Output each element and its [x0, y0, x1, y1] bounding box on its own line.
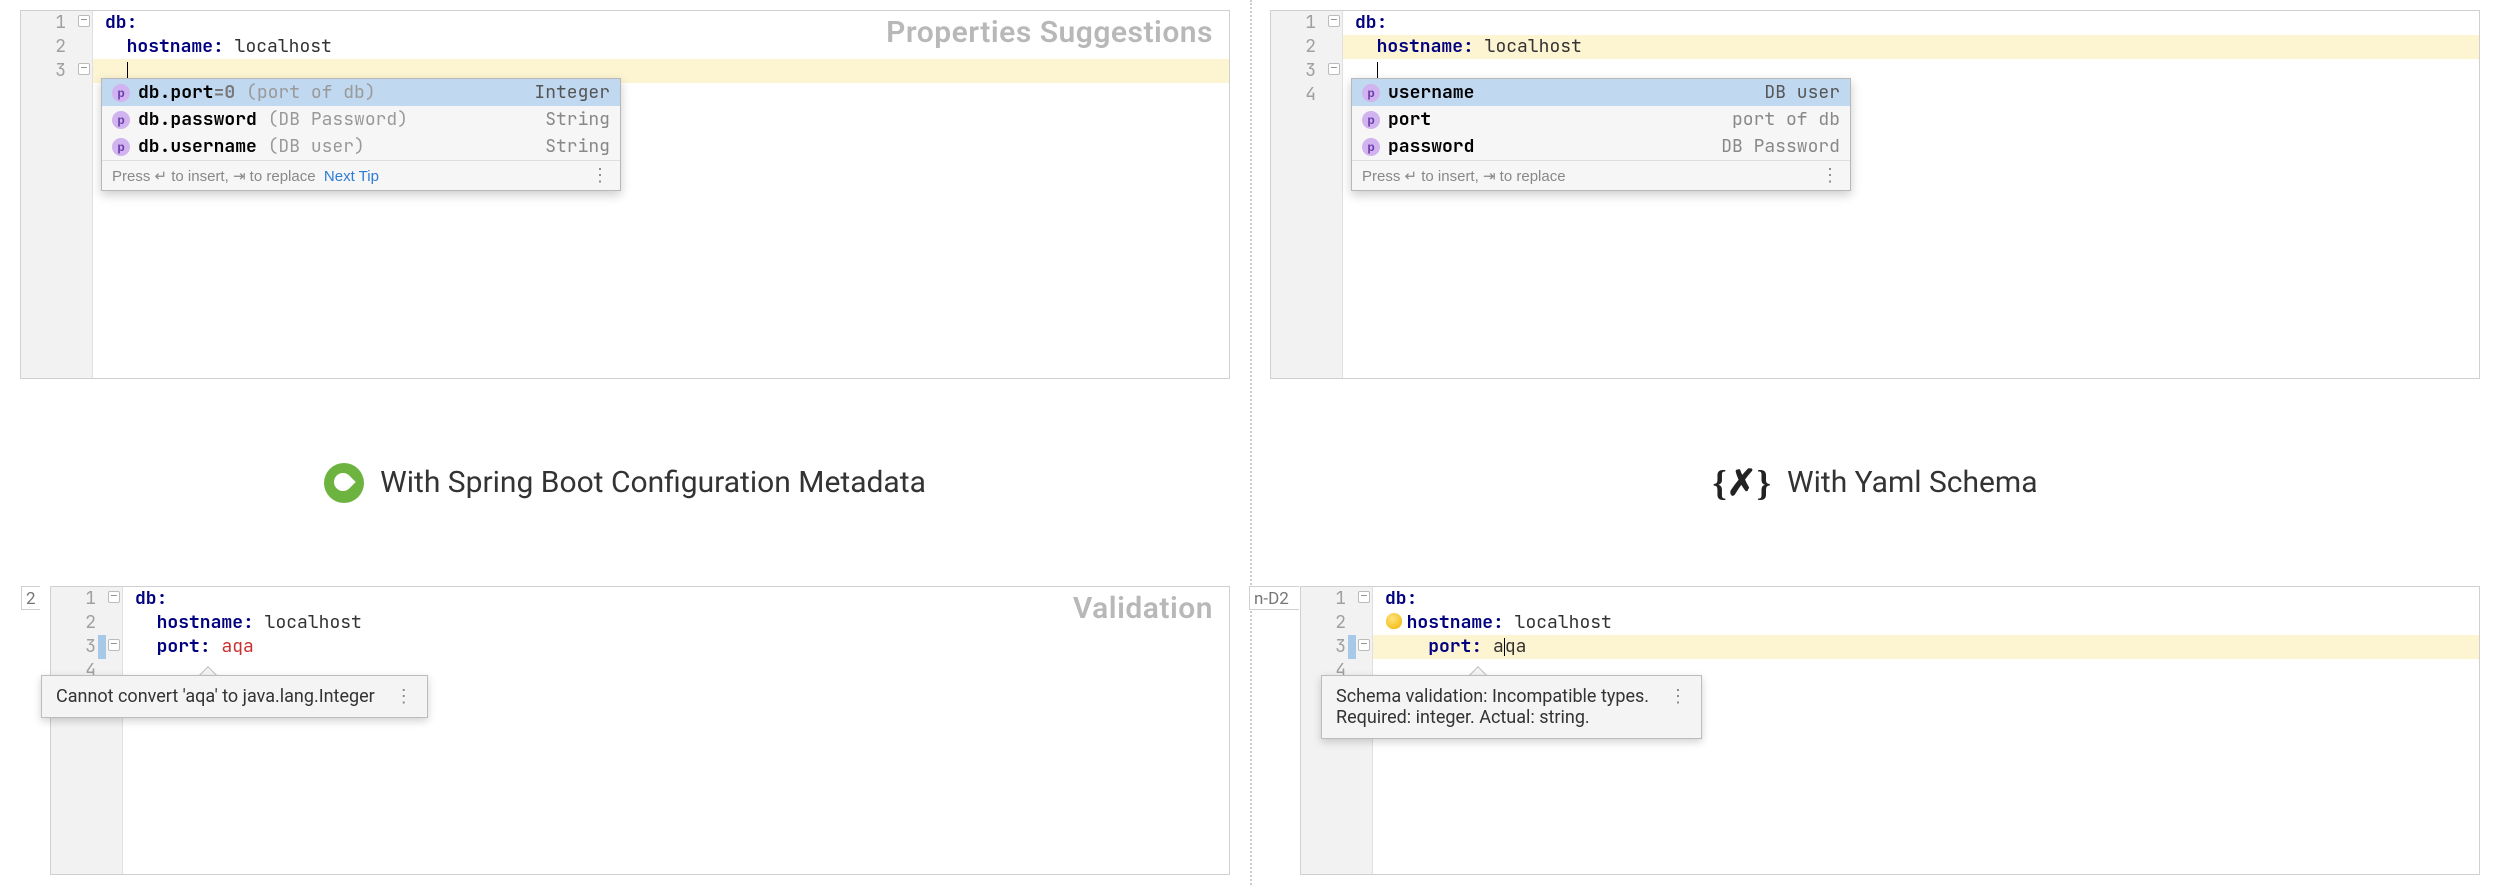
property-icon: p [112, 138, 130, 156]
completion-item[interactable]: p db.port=0 (port of db) Integer [102, 79, 620, 106]
editor-yaml-suggestions[interactable]: 1 2 3 4 db: hostname: localhost p userna… [1270, 10, 2480, 379]
section-title-spring: With Spring Boot Configuration Metadata [20, 409, 1230, 556]
fold-handle-icon[interactable] [108, 591, 120, 603]
completion-popup[interactable]: p username DB user p port port of db p p… [1351, 78, 1851, 191]
yaml-key: hostname [127, 35, 213, 58]
tooltip-text: Cannot convert 'aqa' to java.lang.Intege… [56, 686, 375, 707]
editor-yaml-validation[interactable]: n-D2 1 2 3 4 db: hostname: localhost por… [1300, 586, 2480, 875]
completion-item[interactable]: p port port of db [1352, 106, 1850, 133]
tab-fragment[interactable]: 2 [21, 586, 40, 610]
section-title-label: With Yaml Schema [1787, 465, 2038, 500]
yaml-value-error: aqa [221, 635, 253, 658]
completion-popup[interactable]: p db.port=0 (port of db) Integer p db.pa… [101, 78, 621, 191]
yaml-key: db [105, 11, 127, 34]
completion-type: String [545, 135, 610, 158]
gutter: 1 2 3 4 [1271, 11, 1343, 378]
fold-handle-icon[interactable] [1328, 15, 1340, 27]
editor-spring-suggestions[interactable]: Properties Suggestions 1 2 3 db: hostnam… [20, 10, 1230, 379]
yaml-value: localhost [1515, 611, 1612, 634]
more-icon[interactable]: ⋮ [591, 165, 610, 186]
completion-type: DB Password [1721, 135, 1840, 158]
completion-type: Integer [534, 81, 610, 104]
yaml-key: hostname [1407, 611, 1493, 634]
property-icon: p [112, 111, 130, 129]
yaml-key: db [1355, 11, 1377, 34]
text-caret [1504, 638, 1505, 656]
property-icon: p [1362, 84, 1380, 102]
yaml-key: hostname [157, 611, 243, 634]
completion-item[interactable]: p db.password (DB Password) String [102, 106, 620, 133]
gutter: 1 2 3 [21, 11, 93, 378]
gutter: 1 2 3 4 [51, 587, 123, 874]
yaml-key: hostname [1377, 35, 1463, 58]
selection-indicator [1348, 635, 1356, 659]
yaml-key: port [157, 635, 200, 658]
completion-footer: Press ↵ to insert, ⇥ to replace Next Tip… [102, 160, 620, 190]
completion-type: DB user [1764, 81, 1840, 104]
fold-handle-icon[interactable] [78, 63, 90, 75]
yaml-schema-icon: {✗} [1712, 462, 1771, 504]
intention-bulb-icon[interactable] [1386, 613, 1402, 629]
editor-spring-validation[interactable]: 2 Validation 1 2 3 4 db: hostname: local… [50, 586, 1230, 875]
more-icon[interactable]: ⋮ [395, 686, 413, 707]
spring-boot-icon [324, 463, 364, 503]
fold-handle-icon[interactable] [1358, 639, 1370, 651]
tooltip-text: Schema validation: Incompatible types. R… [1336, 686, 1649, 728]
validation-tooltip: Cannot convert 'aqa' to java.lang.Intege… [41, 675, 428, 718]
selection-indicator [98, 635, 106, 659]
yaml-value: localhost [265, 611, 362, 634]
more-icon[interactable]: ⋮ [1821, 165, 1840, 186]
yaml-key: db [1385, 587, 1407, 610]
completion-hint: Press ↵ to insert, ⇥ to replace [1362, 167, 1566, 185]
yaml-value: aqa [1493, 635, 1526, 658]
completion-item[interactable]: p db.username (DB user) String [102, 133, 620, 160]
completion-type: String [545, 108, 610, 131]
section-title-yaml: {✗} With Yaml Schema [1270, 409, 2480, 556]
completion-type: port of db [1732, 108, 1840, 131]
yaml-value: localhost [235, 35, 332, 58]
property-icon: p [1362, 138, 1380, 156]
vertical-divider [1250, 0, 1252, 885]
section-title-label: With Spring Boot Configuration Metadata [380, 465, 926, 500]
property-icon: p [1362, 111, 1380, 129]
yaml-key: port [1428, 635, 1471, 658]
fold-handle-icon[interactable] [78, 15, 90, 27]
completion-hint: Press ↵ to insert, ⇥ to replace [112, 168, 316, 185]
validation-tooltip: Schema validation: Incompatible types. R… [1321, 675, 1702, 739]
yaml-key: db [135, 587, 157, 610]
property-icon: p [112, 84, 130, 102]
tab-fragment[interactable]: n-D2 [1249, 586, 1299, 610]
completion-item[interactable]: p password DB Password [1352, 133, 1850, 160]
yaml-value: localhost [1485, 35, 1582, 58]
completion-footer: Press ↵ to insert, ⇥ to replace ⋮ [1352, 160, 1850, 190]
more-icon[interactable]: ⋮ [1669, 686, 1687, 707]
fold-handle-icon[interactable] [108, 639, 120, 651]
fold-handle-icon[interactable] [1328, 63, 1340, 75]
completion-item[interactable]: p username DB user [1352, 79, 1850, 106]
next-tip-link[interactable]: Next Tip [324, 168, 379, 185]
fold-handle-icon[interactable] [1358, 591, 1370, 603]
